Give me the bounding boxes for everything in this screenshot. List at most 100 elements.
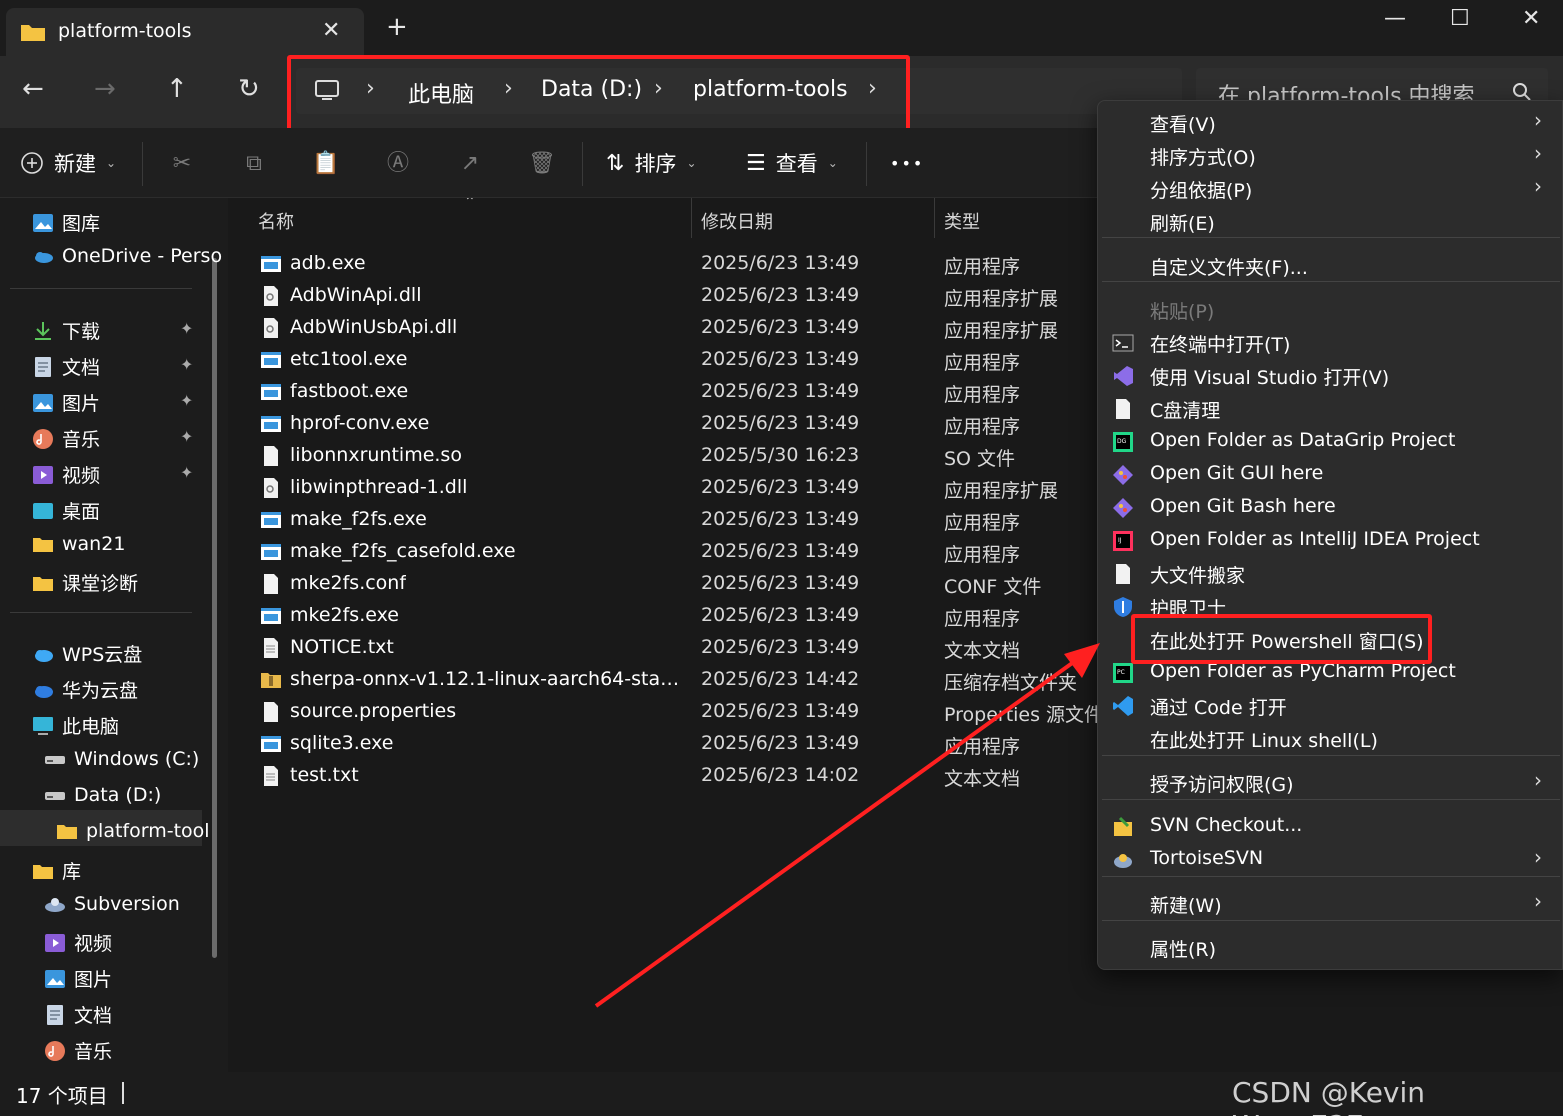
file-row[interactable]: mke2fs.exe 2025/6/23 13:49 应用程序 [236,600,1098,632]
sidebar-item[interactable]: 图片 [32,389,100,416]
context-menu-item[interactable]: C盘清理 [1098,392,1563,425]
sidebar-item[interactable]: Windows (C:) [44,748,199,770]
pin-icon[interactable]: ✦ [180,427,193,446]
sidebar-item[interactable]: wan21 [32,533,125,555]
sidebar-item[interactable]: 此电脑 [32,712,119,739]
sidebar-item[interactable]: 桌面 [32,497,100,524]
column-header-date[interactable]: 修改日期 [701,208,773,234]
annotation-powershell-highlight [1131,614,1432,664]
sidebar-item-label: WPS云盘 [62,644,143,666]
sidebar-item[interactable]: platform-tool [56,820,210,842]
context-menu-item[interactable]: 查看(V) › [1098,106,1563,139]
context-menu-item[interactable]: 通过 Code 打开 [1098,689,1563,722]
delete-icon[interactable]: 🗑 [528,150,556,178]
tab-close-icon[interactable]: ✕ [322,18,340,43]
new-button[interactable]: 新建 ⌄ [20,148,116,178]
sidebar-item-label: 视频 [74,933,113,955]
new-tab-button[interactable]: + [386,14,408,40]
context-menu-item[interactable]: 在终端中打开(T) [1098,326,1563,359]
copy-icon[interactable]: ⧉ [240,150,268,178]
pin-icon[interactable]: ✦ [180,391,193,410]
sidebar-item[interactable]: Subversion [44,893,180,915]
documents-icon [44,1004,66,1026]
column-header-type[interactable]: 类型 [944,208,980,234]
pin-icon[interactable]: ✦ [180,319,193,338]
tab-platform-tools[interactable]: platform-tools ✕ [6,8,364,56]
pin-icon[interactable]: ✦ [180,355,193,374]
file-date: 2025/6/23 13:49 [701,700,860,722]
rename-icon[interactable]: Ⓐ [384,150,412,178]
sidebar-item[interactable]: OneDrive - Perso [32,245,222,267]
context-menu-item[interactable]: Open Git Bash here [1098,491,1563,524]
context-menu-item[interactable]: 大文件搬家 [1098,557,1563,590]
sidebar-item[interactable]: 华为云盘 [32,676,138,703]
sidebar-item[interactable]: 下载 [32,317,100,344]
context-menu-item[interactable]: 新建(W) › [1098,887,1563,920]
maximize-button[interactable]: ☐ [1450,6,1470,31]
context-menu-divider [1102,920,1560,921]
paste-icon[interactable]: 📋 [312,150,340,178]
file-row[interactable]: fastboot.exe 2025/6/23 13:49 应用程序 [236,376,1098,408]
file-row[interactable]: sherpa-onnx-v1.12.1-linux-aarch64-static… [236,664,1098,696]
context-menu-item[interactable]: 授予访问权限(G) › [1098,766,1563,799]
context-menu-item[interactable]: TortoiseSVN › [1098,843,1563,876]
context-menu-item[interactable]: Open Git GUI here [1098,458,1563,491]
file-row[interactable]: test.txt 2025/6/23 14:02 文本文档 [236,760,1098,792]
close-window-button[interactable]: ✕ [1522,6,1540,31]
refresh-button[interactable]: ↻ [238,76,260,102]
context-menu-item[interactable]: 使用 Visual Studio 打开(V) [1098,359,1563,392]
sidebar-item[interactable]: 图库 [32,209,100,236]
context-menu-item[interactable]: 刷新(E) [1098,205,1563,238]
sidebar-item[interactable]: 视频 [32,461,100,488]
context-menu-item[interactable]: DG Open Folder as DataGrip Project [1098,425,1563,458]
context-menu-item[interactable]: 排序方式(O) › [1098,139,1563,172]
file-row[interactable]: hprof-conv.exe 2025/6/23 13:49 应用程序 [236,408,1098,440]
sidebar-item[interactable]: Data (D:) [44,784,161,806]
file-row[interactable]: AdbWinUsbApi.dll 2025/6/23 13:49 应用程序扩展 [236,312,1098,344]
chevron-down-icon: ⌄ [686,156,697,170]
up-button[interactable]: ↑ [166,76,188,102]
context-menu-item[interactable]: 分组依据(P) › [1098,172,1563,205]
sort-button[interactable]: ⇅ 排序 ⌄ [606,148,697,178]
sidebar-item[interactable]: 库 [32,857,81,884]
sidebar-item[interactable]: 文档 [32,353,100,380]
file-row[interactable]: adb.exe 2025/6/23 13:49 应用程序 [236,248,1098,280]
share-icon[interactable]: ↗ [456,150,484,178]
file-row[interactable]: make_f2fs_casefold.exe 2025/6/23 13:49 应用程… [236,536,1098,568]
more-options-button[interactable]: ••• [890,154,924,173]
sidebar-item[interactable]: 音乐 [44,1037,112,1064]
back-button[interactable]: ← [22,76,44,102]
file-row[interactable]: sqlite3.exe 2025/6/23 13:49 应用程序 [236,728,1098,760]
file-row[interactable]: make_f2fs.exe 2025/6/23 13:49 应用程序 [236,504,1098,536]
sidebar-item[interactable]: 图片 [44,965,112,992]
column-divider[interactable] [691,198,692,238]
cut-icon[interactable]: ✂ [168,150,196,178]
context-menu-item[interactable]: 自定义文件夹(F)... [1098,249,1563,282]
column-divider[interactable] [934,198,935,238]
file-row[interactable]: etc1tool.exe 2025/6/23 13:49 应用程序 [236,344,1098,376]
context-menu-item[interactable]: 属性(R) [1098,931,1563,964]
file-type-icon [260,638,282,658]
toolbar-divider [582,142,583,186]
file-row[interactable]: mke2fs.conf 2025/6/23 13:49 CONF 文件 [236,568,1098,600]
sidebar-item-label: Windows (C:) [74,748,200,770]
file-row[interactable]: source.properties 2025/6/23 13:49 Properti… [236,696,1098,728]
pin-icon[interactable]: ✦ [180,463,193,482]
sidebar-item[interactable]: WPS云盘 [32,640,142,667]
sidebar-item[interactable]: 视频 [44,929,112,956]
file-row[interactable]: NOTICE.txt 2025/6/23 13:49 文本文档 [236,632,1098,664]
sidebar-item[interactable]: 音乐 [32,425,100,452]
sidebar-scrollbar[interactable] [212,258,217,958]
file-row[interactable]: AdbWinApi.dll 2025/6/23 13:49 应用程序扩展 [236,280,1098,312]
file-row[interactable]: libonnxruntime.so 2025/5/30 16:23 SO 文件 [236,440,1098,472]
forward-button[interactable]: → [94,76,116,102]
sidebar-item[interactable]: 课堂诊断 [32,569,138,596]
minimize-button[interactable]: — [1384,6,1406,31]
sidebar-item[interactable]: 文档 [44,1001,112,1028]
file-row[interactable]: libwinpthread-1.dll 2025/6/23 13:49 应用程序扩展 [236,472,1098,504]
view-button[interactable]: ☰ 查看 ⌄ [746,148,838,178]
context-menu-item[interactable]: SVN Checkout... [1098,810,1563,843]
context-menu-item[interactable]: IJ Open Folder as IntelliJ IDEA Project [1098,524,1563,557]
column-header-name[interactable]: 名称 [258,208,294,234]
context-menu-item[interactable]: 在此处打开 Linux shell(L) [1098,722,1563,755]
